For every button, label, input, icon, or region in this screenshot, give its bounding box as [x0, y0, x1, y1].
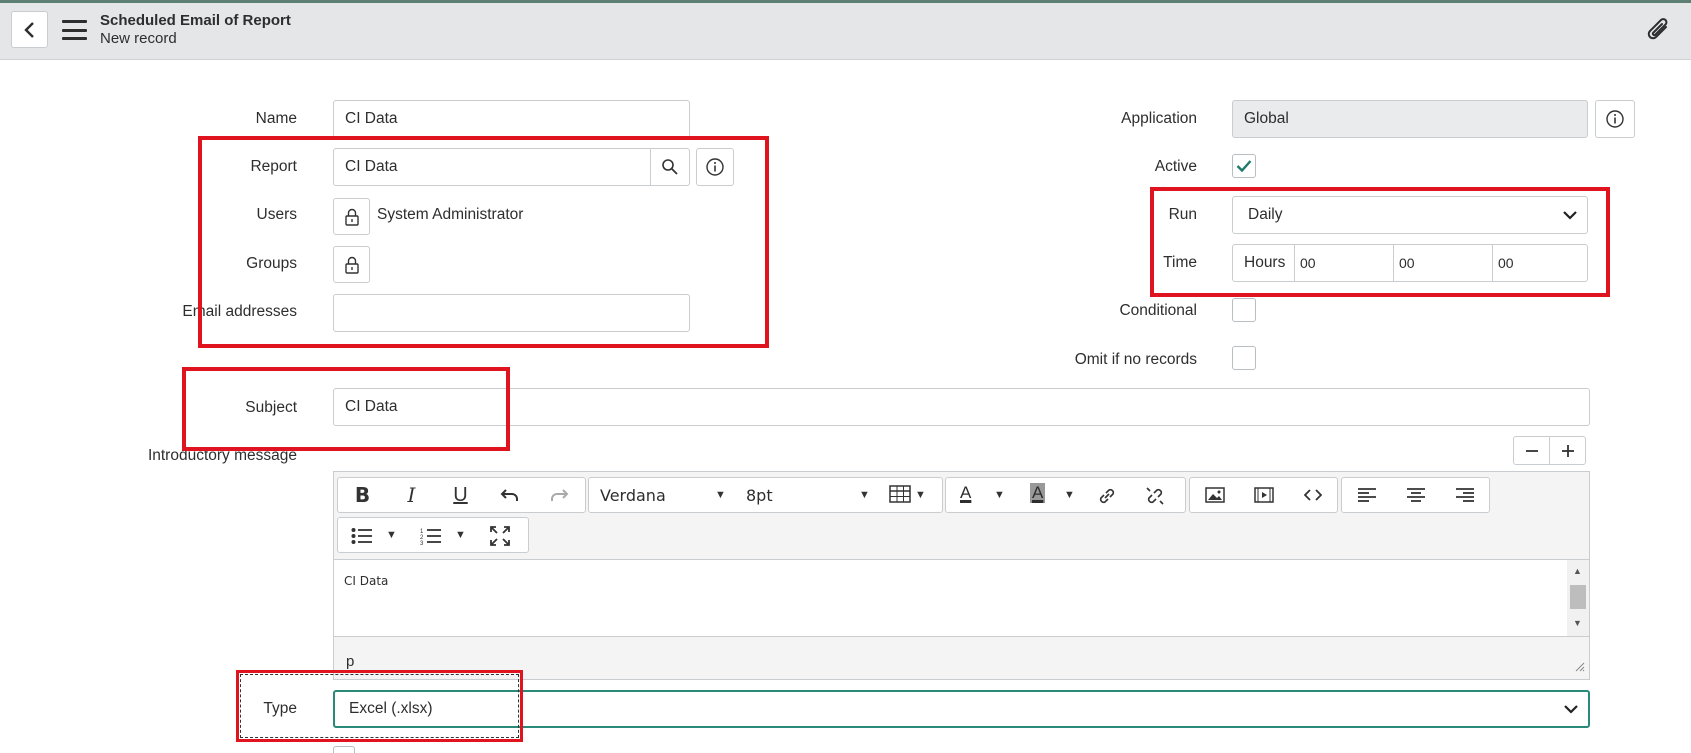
align-right-icon[interactable]	[1440, 477, 1489, 513]
undo-icon[interactable]	[485, 477, 534, 513]
minus-icon	[1525, 449, 1538, 452]
font-toolbar-group: Verdana ▼ 8pt ▼ ▼	[588, 477, 943, 513]
scroll-down-icon[interactable]: ▼	[1573, 618, 1582, 628]
bullet-list-icon[interactable]	[351, 527, 373, 549]
background-color-caret-icon[interactable]: ▼	[1064, 489, 1075, 501]
bold-icon[interactable]: B	[338, 477, 387, 513]
align-center-icon[interactable]	[1391, 477, 1440, 513]
format-toolbar-group: B I U	[337, 477, 586, 513]
conditional-checkbox[interactable]	[1232, 298, 1256, 322]
font-family-select[interactable]: Verdana	[600, 486, 666, 505]
align-left-icon[interactable]	[1342, 477, 1391, 513]
info-icon	[1606, 110, 1624, 128]
partial-next-checkbox[interactable]	[333, 746, 355, 753]
application-field: Global	[1232, 100, 1588, 138]
video-icon[interactable]	[1239, 477, 1288, 513]
hamburger-menu-icon[interactable]	[62, 20, 87, 40]
underline-icon[interactable]: U	[436, 477, 485, 513]
highlight-box-schedule	[1150, 187, 1610, 297]
active-checkbox[interactable]	[1232, 154, 1256, 178]
redo-icon[interactable]	[534, 477, 583, 513]
name-label: Name	[255, 110, 297, 127]
omit-if-no-records-label: Omit if no records	[1074, 351, 1197, 368]
table-icon[interactable]	[889, 485, 911, 507]
application-label: Application	[1121, 110, 1197, 127]
table-caret-icon[interactable]: ▼	[915, 489, 926, 501]
text-color-icon[interactable]: A	[960, 483, 971, 503]
color-link-toolbar-group: A ▼ A ▼	[945, 477, 1186, 513]
image-icon[interactable]	[1190, 477, 1239, 513]
text-color-caret-icon[interactable]: ▼	[994, 489, 1005, 501]
media-toolbar-group	[1189, 477, 1338, 513]
page-title: Scheduled Email of Report	[100, 12, 291, 29]
highlight-box-subject	[182, 367, 510, 451]
editor-scrollbar[interactable]: ▲ ▼	[1567, 560, 1589, 636]
bullet-list-caret-icon[interactable]: ▼	[386, 529, 397, 541]
expand-editor-button[interactable]	[1549, 436, 1586, 465]
subject-field[interactable]: CI Data	[333, 388, 1590, 426]
highlight-box-type	[236, 670, 523, 742]
source-code-icon[interactable]	[1288, 477, 1337, 513]
font-family-caret-icon[interactable]: ▼	[715, 489, 726, 501]
scroll-up-icon[interactable]: ▲	[1573, 566, 1582, 576]
svg-text:3: 3	[420, 541, 424, 545]
paperclip-attach-icon[interactable]	[1646, 18, 1672, 44]
font-size-caret-icon[interactable]: ▼	[859, 489, 870, 501]
unlink-icon[interactable]	[1144, 485, 1166, 511]
editor-content-area[interactable]: CI Data ▲ ▼	[334, 559, 1589, 637]
resize-handle-icon[interactable]	[1575, 659, 1585, 676]
highlight-box-recipients	[198, 136, 769, 348]
scrollbar-thumb[interactable]	[1570, 585, 1586, 609]
editor-content-text: CI Data	[344, 574, 389, 588]
active-label: Active	[1154, 158, 1197, 175]
link-icon[interactable]	[1096, 486, 1118, 510]
page-subtitle: New record	[100, 30, 177, 47]
name-field[interactable]: CI Data	[333, 100, 690, 138]
rich-text-editor: B I U Verdana ▼ 8pt ▼ ▼ A ▼ A ▼ ▼ 123 ▼	[333, 471, 1590, 680]
checkmark-icon	[1236, 160, 1252, 173]
list-toolbar-group: ▼ 123 ▼	[337, 517, 529, 553]
chevron-left-icon	[23, 21, 34, 38]
omit-if-no-records-checkbox[interactable]	[1232, 346, 1256, 370]
fullscreen-icon[interactable]	[490, 526, 510, 550]
italic-icon[interactable]: I	[387, 477, 436, 513]
conditional-label: Conditional	[1119, 302, 1197, 319]
collapse-editor-button[interactable]	[1513, 436, 1550, 465]
back-button[interactable]	[11, 11, 48, 48]
align-toolbar-group	[1341, 477, 1490, 513]
editor-path-status: p	[346, 653, 355, 670]
background-color-icon[interactable]: A	[1030, 483, 1046, 503]
numbered-list-caret-icon[interactable]: ▼	[455, 529, 466, 541]
application-info-button[interactable]	[1595, 100, 1635, 138]
chevron-down-icon	[1564, 705, 1578, 714]
plus-icon	[1561, 444, 1574, 457]
font-size-select[interactable]: 8pt	[746, 486, 773, 505]
numbered-list-icon[interactable]: 123	[420, 527, 442, 549]
